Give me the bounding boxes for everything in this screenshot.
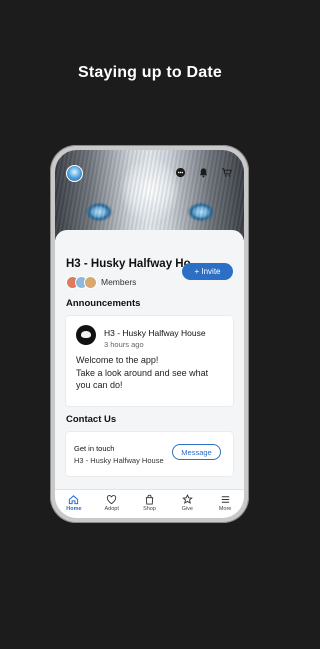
page-headline: Staying up to Date [77,64,223,81]
tab-label: Shop [143,506,156,512]
chat-icon[interactable] [175,167,186,178]
group-card: H3 - Husky Halfway House Members + Invit… [55,230,244,490]
post-body: Welcome to the app! Take a look around a… [76,354,226,392]
contact-heading: Contact Us [66,414,117,425]
post-body-line: you can do! [76,380,123,390]
home-icon [69,495,79,505]
star-icon [181,494,193,504]
cover-photo [55,150,244,240]
phone-frame: H3 - Husky Halfway House Members + Invit… [50,145,249,523]
post-author: H3 - Husky Halfway House [104,328,206,338]
member-avatar [84,275,97,289]
tab-label: Adopt [104,506,119,512]
group-logo [76,325,96,345]
group-title: H3 - Husky Halfway House [66,258,191,270]
members-label: Members [101,277,137,287]
tab-label: Give [181,506,193,512]
contact-title: Get in touch [74,444,115,453]
cart-icon[interactable] [221,167,232,178]
invite-button[interactable]: + Invite [182,263,233,280]
tab-more[interactable]: More [206,490,244,518]
message-button[interactable]: Message [172,444,221,460]
tab-give[interactable]: Give [168,490,206,518]
menu-icon [221,496,229,503]
profile-avatar[interactable] [66,165,83,182]
post-body-line: Welcome to the app! [76,355,159,365]
tab-home[interactable]: Home [55,490,93,518]
tab-shop[interactable]: Shop [131,490,169,518]
tab-adopt[interactable]: Adopt [93,490,131,518]
members-row[interactable]: Members [66,275,136,289]
bell-icon[interactable] [198,167,209,178]
contact-card: Get in touch H3 - Husky Halfway House Me… [66,432,233,476]
app-screen: H3 - Husky Halfway House Members + Invit… [55,150,244,518]
announcements-heading: Announcements [66,298,141,309]
contact-name: H3 - Husky Halfway House [74,456,164,465]
tab-label: Home [66,506,82,512]
shopping-bag-icon [145,494,154,505]
post-time: 3 hours ago [104,340,144,349]
bottom-tab-bar: Home Adopt Shop Give More [55,489,244,518]
heart-icon [107,495,117,505]
tab-label: More [218,506,232,512]
post-body-line: Take a look around and see what [76,367,209,378]
announcement-post[interactable]: H3 - Husky Halfway House 3 hours ago Wel… [66,316,233,406]
